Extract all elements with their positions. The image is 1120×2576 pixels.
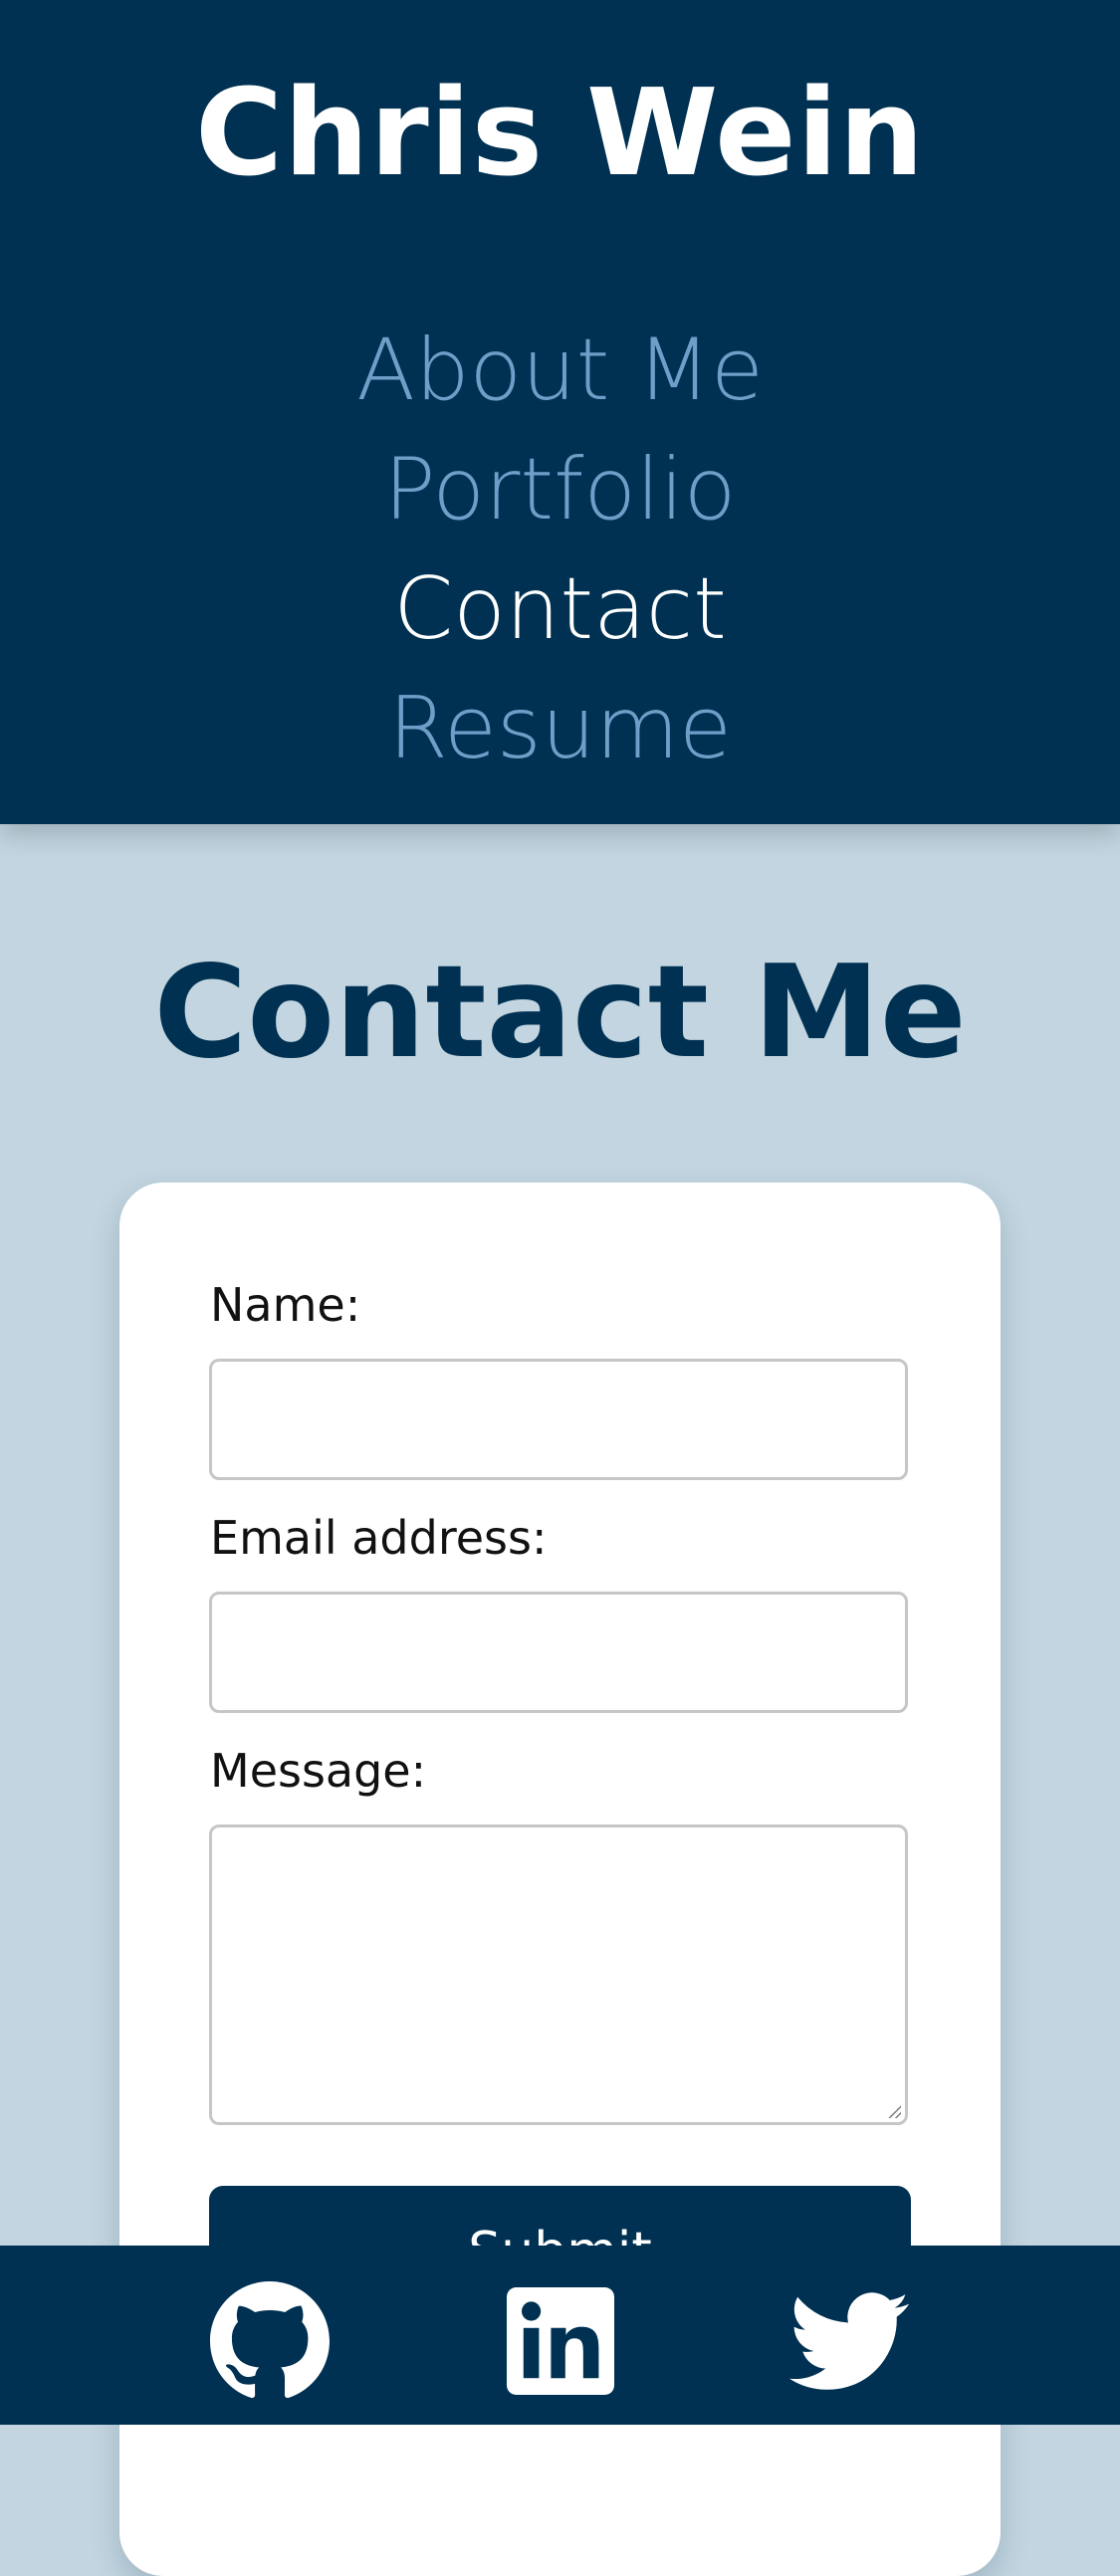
site-header: Chris Wein About Me Portfolio Contact Re…: [0, 0, 1120, 824]
nav-resume[interactable]: Resume: [0, 669, 1120, 788]
message-textarea[interactable]: [209, 1825, 908, 2125]
nav-about-me[interactable]: About Me: [0, 311, 1120, 430]
resize-grip-icon[interactable]: [887, 2104, 901, 2118]
linkedin-icon: [507, 2287, 614, 2395]
name-input[interactable]: [209, 1359, 908, 1480]
email-input[interactable]: [209, 1592, 908, 1713]
github-link[interactable]: [210, 2281, 330, 2401]
email-label: Email address:: [210, 1511, 548, 1565]
nav-contact[interactable]: Contact: [0, 549, 1120, 669]
name-label: Name:: [210, 1278, 361, 1332]
main-nav: About Me Portfolio Contact Resume: [0, 311, 1120, 788]
twitter-icon: [789, 2292, 909, 2390]
message-label: Message:: [210, 1744, 427, 1798]
linkedin-link[interactable]: [501, 2281, 620, 2401]
nav-portfolio[interactable]: Portfolio: [0, 430, 1120, 549]
site-footer: [0, 2246, 1120, 2425]
site-title: Chris Wein: [194, 65, 926, 203]
page-title: Contact Me: [153, 939, 967, 1087]
github-icon: [210, 2281, 330, 2399]
twitter-link[interactable]: [789, 2281, 909, 2401]
